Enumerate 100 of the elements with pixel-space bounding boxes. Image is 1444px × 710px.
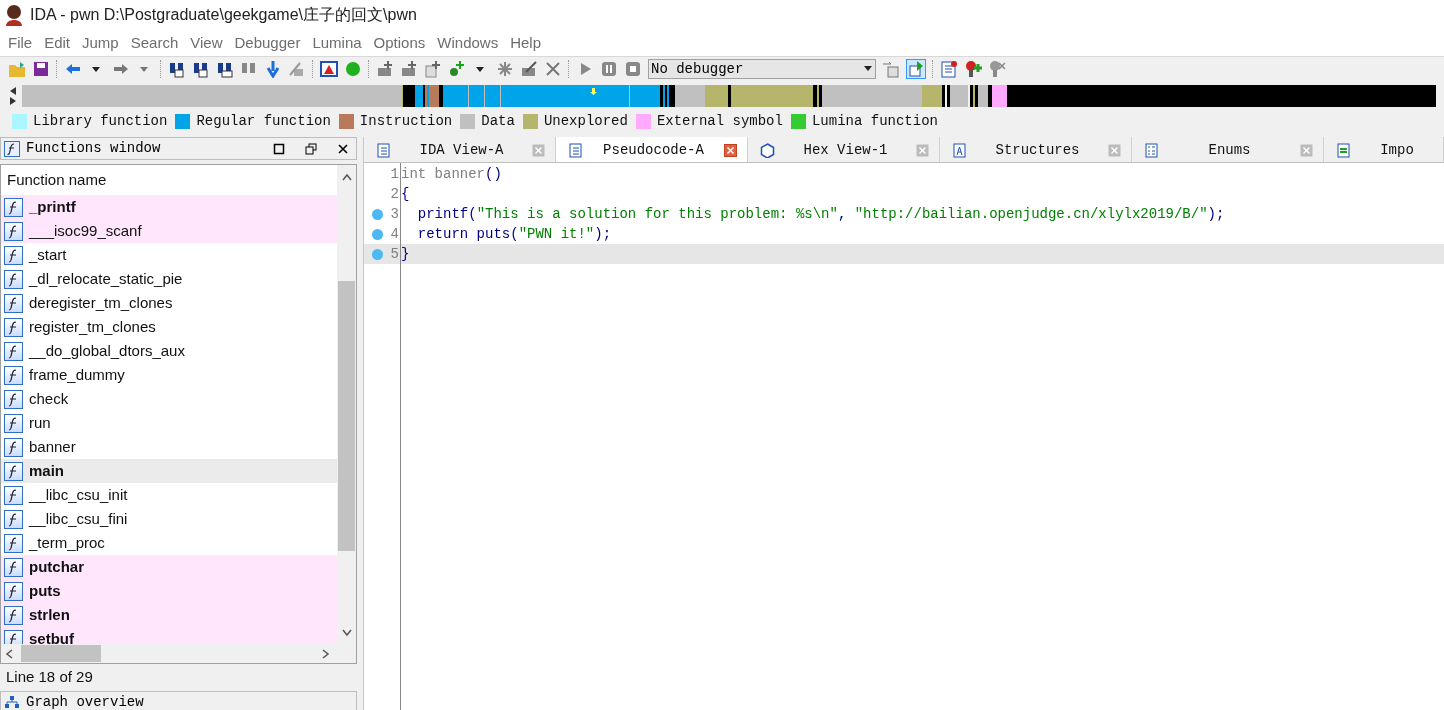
function-row[interactable]: setbuf — [1, 627, 337, 645]
function-row[interactable]: main — [1, 459, 337, 484]
function-icon — [4, 341, 23, 361]
scrollbar-thumb[interactable] — [338, 281, 355, 552]
stop-icon[interactable] — [624, 60, 642, 78]
column-header[interactable]: Function name — [1, 165, 337, 196]
app-avatar-icon — [4, 4, 24, 26]
tab-icon — [760, 142, 775, 158]
function-icon — [4, 197, 23, 217]
asterisk-icon[interactable] — [496, 60, 514, 78]
open-folder-icon[interactable] — [8, 60, 26, 78]
legend-label: Data — [481, 111, 515, 131]
add-string-icon[interactable] — [448, 60, 466, 78]
warning-window-icon[interactable] — [320, 60, 338, 78]
function-icon — [4, 221, 23, 241]
tab-icon — [1336, 142, 1351, 158]
code-line: printf("This is a solution for this problem: %s\n", "http://bailian.openjudge.cn/xlylx2019/B/"); — [416, 204, 1226, 224]
legend-label: Library function — [33, 111, 168, 131]
menu-item[interactable]: Windows — [431, 31, 505, 55]
function-icon — [4, 485, 23, 505]
line-number: 1 — [390, 164, 399, 184]
function-icon — [4, 605, 23, 625]
function-icon — [4, 389, 23, 409]
add-data-icon[interactable] — [400, 60, 418, 78]
scroll-right-icon[interactable] — [322, 648, 330, 659]
function-row[interactable]: ___isoc99_scanf — [1, 219, 337, 244]
maximize-icon[interactable] — [273, 142, 285, 155]
function-icon — [4, 293, 23, 313]
debugger-select[interactable]: No debugger — [648, 59, 876, 79]
code-line: { — [401, 184, 411, 204]
function-icon — [4, 581, 23, 601]
panel-title: Functions window — [26, 139, 162, 158]
function-icon — [4, 269, 23, 289]
function-row[interactable]: strlen — [1, 603, 337, 628]
scroll-down-icon[interactable] — [341, 629, 352, 638]
circle-icon[interactable] — [344, 60, 362, 78]
tab-icon — [376, 142, 391, 158]
menu-item[interactable]: Debugger — [228, 31, 307, 55]
legend-label: External symbol — [656, 111, 783, 131]
breakpoint-list-icon[interactable] — [940, 60, 958, 78]
function-icon — [4, 437, 23, 457]
legend-label: Regular function — [196, 111, 331, 131]
window-title: IDA - pwn D:\Postgraduate\geekgame\庄子的回文\pwn — [30, 5, 417, 25]
save-icon[interactable] — [32, 60, 50, 78]
code-line: int banner() — [401, 164, 503, 184]
scrollbar-thumb[interactable] — [21, 645, 101, 663]
scroll-left-icon[interactable] — [5, 648, 13, 659]
delete-icon[interactable] — [544, 60, 562, 78]
function-icon — [4, 245, 23, 265]
legend-label: Unexplored — [543, 111, 628, 131]
remove-breakpoint-icon[interactable] — [988, 60, 1006, 78]
menu-item[interactable]: Help — [504, 31, 547, 55]
tab-icon — [952, 142, 967, 158]
line-number: 4 — [390, 224, 399, 244]
function-icon — [4, 317, 23, 337]
menu-item[interactable]: View — [184, 31, 229, 55]
add-text-icon[interactable] — [424, 60, 442, 78]
menu-item[interactable]: Jump — [76, 31, 125, 55]
edit-icon[interactable] — [520, 60, 538, 78]
legend-label: Instruction — [359, 111, 453, 131]
function-icon — [4, 140, 20, 157]
menu-item[interactable]: Lumina — [306, 31, 368, 55]
graph-icon — [4, 694, 20, 709]
pause-icon[interactable] — [600, 60, 618, 78]
horizontal-scrollbar[interactable] — [1, 644, 356, 664]
legend-label: Lumina function — [811, 111, 938, 131]
tab-icon — [1144, 142, 1159, 158]
function-icon — [4, 629, 23, 645]
code-line: return puts("PWN it!"); — [416, 224, 613, 244]
function-row[interactable]: putchar — [1, 555, 337, 580]
close-icon[interactable] — [337, 142, 349, 155]
menu-item[interactable]: Edit — [38, 31, 77, 55]
function-icon — [4, 533, 23, 553]
scroll-up-icon[interactable] — [341, 173, 352, 182]
float-icon[interactable] — [305, 142, 317, 155]
vertical-scrollbar[interactable] — [337, 165, 356, 645]
menu-item[interactable]: Options — [367, 31, 432, 55]
scroll-arrows-icon[interactable] — [8, 85, 18, 107]
menu-item[interactable]: Search — [124, 31, 185, 55]
menu-item[interactable]: File — [2, 31, 39, 55]
function-icon — [4, 365, 23, 385]
line-number: 2 — [390, 184, 399, 204]
status-text: Line 18 of 29 — [5, 667, 94, 688]
function-icon — [4, 413, 23, 433]
line-number: 3 — [390, 204, 399, 224]
tab-icon — [568, 142, 583, 158]
line-number: 5 — [390, 244, 399, 264]
function-row[interactable]: _printf — [1, 195, 337, 220]
function-icon — [4, 461, 23, 481]
function-icon — [4, 557, 23, 577]
function-row[interactable]: puts — [1, 579, 337, 604]
dropdown-caret-icon[interactable] — [863, 65, 873, 73]
add-breakpoint-icon[interactable] — [964, 60, 982, 78]
down-arrow-icon[interactable] — [264, 60, 282, 78]
run-to-cursor-icon[interactable] — [906, 59, 926, 79]
panel-title: Graph overview — [26, 693, 145, 710]
tab[interactable]: Pseudocode-A — [556, 137, 748, 162]
add-code-icon[interactable] — [376, 60, 394, 78]
navigation-band-drawing[interactable] — [22, 85, 1436, 107]
function-icon — [4, 509, 23, 529]
